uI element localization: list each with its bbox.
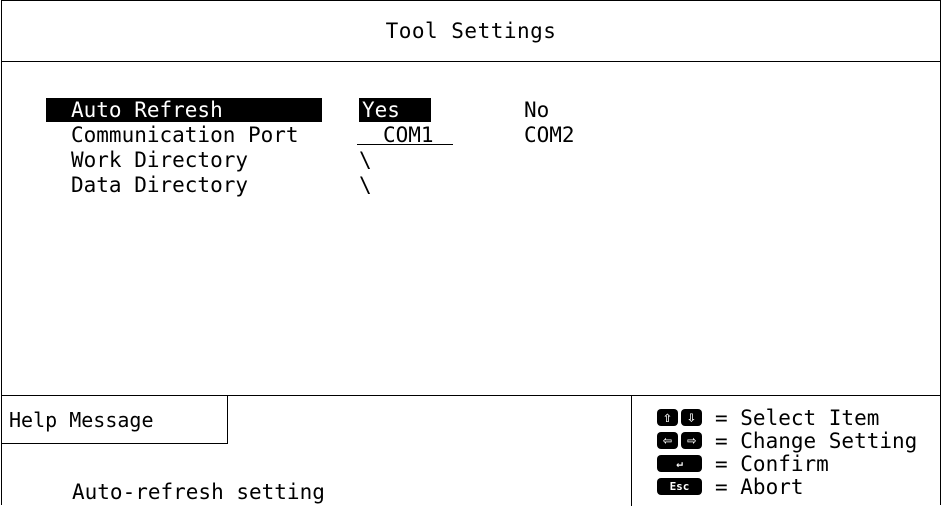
- option-yes[interactable]: Yes: [359, 98, 431, 122]
- help-message-header: Help Message: [2, 396, 228, 444]
- key-legend-abort: Esc = Abort: [657, 475, 917, 498]
- setting-row-communication-port[interactable]: Communication Port COM1 COM2: [2, 123, 940, 147]
- window-title: Tool Settings: [2, 1, 940, 62]
- esc-key-icon-wrap: Esc: [657, 478, 703, 495]
- data-directory-value[interactable]: \: [359, 173, 372, 197]
- key-description-abort: = Abort: [715, 474, 804, 499]
- key-description-select: = Select Item: [715, 405, 880, 430]
- key-legend-select: ⇧ ⇩ = Select Item: [657, 406, 917, 429]
- enter-key-icon-wrap: ↵: [657, 455, 703, 472]
- setting-label-work-directory[interactable]: Work Directory: [46, 148, 322, 172]
- enter-key-icon: ↵: [657, 455, 702, 472]
- setting-label-data-directory[interactable]: Data Directory: [46, 173, 322, 197]
- key-legend: ⇧ ⇩ = Select Item ⇦ ⇨ = Change Setting ↵…: [657, 406, 917, 498]
- option-com2[interactable]: COM2: [524, 123, 575, 147]
- left-right-arrow-keys-icon: ⇦ ⇨: [657, 432, 703, 449]
- work-directory-value[interactable]: \: [359, 148, 372, 172]
- esc-key-icon: Esc: [657, 478, 702, 495]
- right-arrow-key-icon: ⇨: [681, 432, 702, 449]
- left-arrow-key-icon: ⇦: [657, 432, 678, 449]
- option-no[interactable]: No: [524, 98, 549, 122]
- tool-settings-window: Tool Settings Auto Refresh Yes No Commun…: [1, 0, 941, 506]
- settings-list: Auto Refresh Yes No Communication Port C…: [2, 62, 940, 395]
- help-message-panel: Help Message Auto-refresh setting: [2, 396, 632, 506]
- up-down-arrow-keys-icon: ⇧ ⇩: [657, 409, 703, 426]
- selected-option-underline: [357, 144, 453, 145]
- key-description-change: = Change Setting: [715, 428, 918, 453]
- key-description-confirm: = Confirm: [715, 451, 829, 476]
- setting-label-auto-refresh[interactable]: Auto Refresh: [46, 98, 322, 122]
- help-message-text: Auto-refresh setting: [72, 480, 325, 504]
- down-arrow-key-icon: ⇩: [681, 409, 702, 426]
- setting-label-communication-port[interactable]: Communication Port: [46, 123, 322, 147]
- key-legend-confirm: ↵ = Confirm: [657, 452, 917, 475]
- setting-row-auto-refresh[interactable]: Auto Refresh Yes No: [2, 98, 940, 122]
- key-legend-change: ⇦ ⇨ = Change Setting: [657, 429, 917, 452]
- up-arrow-key-icon: ⇧: [657, 409, 678, 426]
- help-area: Help Message Auto-refresh setting ⇧ ⇩ = …: [2, 395, 940, 506]
- setting-row-data-directory[interactable]: Data Directory \: [2, 173, 940, 197]
- setting-row-work-directory[interactable]: Work Directory \: [2, 148, 940, 172]
